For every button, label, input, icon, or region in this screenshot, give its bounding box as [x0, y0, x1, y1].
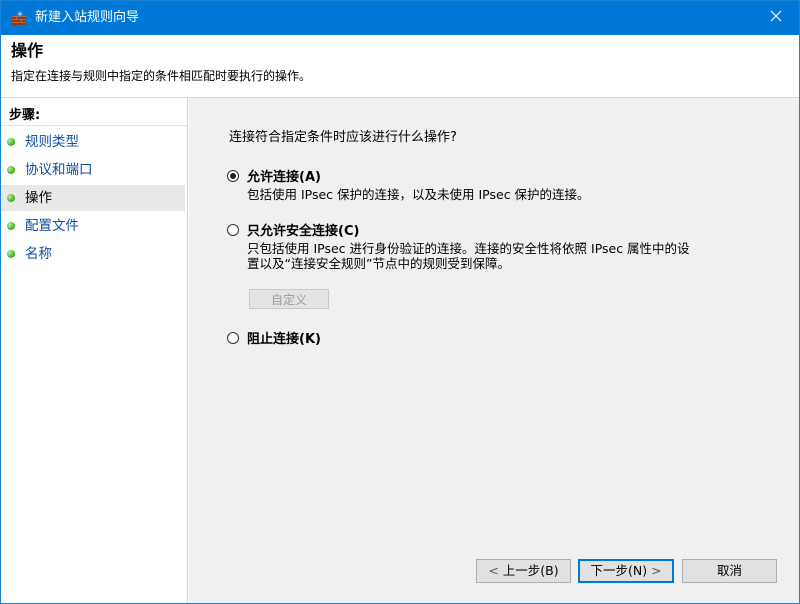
secure-connection-description-line1: 只包括使用 IPsec 进行身份验证的连接。连接的安全性将依照 IPsec 属性…	[247, 241, 690, 256]
radio-unselected-icon	[227, 223, 239, 236]
next-button[interactable]: 下一步(N) >	[578, 559, 674, 583]
allow-connection-radio[interactable]: 允许连接(A)	[227, 166, 321, 185]
sidebar-item-label: 协议和端口	[25, 162, 93, 178]
step-bullet-icon	[7, 166, 15, 174]
firewall-icon	[11, 10, 27, 26]
sidebar-item-rule-type[interactable]: 规则类型	[1, 129, 185, 155]
sidebar-item-name[interactable]: 名称	[1, 241, 185, 267]
title-bar: 新建入站规则向导	[1, 1, 799, 35]
sidebar-item-label: 操作	[25, 190, 52, 206]
step-bullet-icon	[7, 138, 15, 146]
back-button-label: 上一步(B)	[502, 563, 559, 578]
sidebar-item-protocol-ports[interactable]: 协议和端口	[1, 157, 185, 183]
cancel-button[interactable]: 取消	[682, 559, 777, 583]
close-icon	[770, 10, 782, 26]
step-bullet-icon	[7, 194, 15, 202]
window-title: 新建入站规则向导	[35, 10, 140, 25]
sidebar-item-label: 名称	[25, 246, 52, 262]
wizard-content: 连接符合指定条件时应该进行什么操作? 允许连接(A) 包括使用 IPsec 保护…	[189, 98, 799, 603]
steps-divider	[1, 125, 187, 126]
chevron-left-icon: <	[488, 563, 503, 578]
allow-connection-description: 包括使用 IPsec 保护的连接，以及未使用 IPsec 保护的连接。	[247, 187, 590, 202]
radio-label: 允许连接(A)	[247, 170, 321, 185]
radio-label: 阻止连接(K)	[247, 332, 321, 347]
close-button[interactable]	[753, 1, 799, 35]
steps-heading: 步骤:	[9, 108, 41, 123]
customize-button[interactable]: 自定义	[249, 289, 329, 309]
chevron-right-icon: >	[647, 563, 662, 578]
wizard-header: 操作 指定在连接与规则中指定的条件相匹配时要执行的操作。	[1, 35, 799, 98]
page-description: 指定在连接与规则中指定的条件相匹配时要执行的操作。	[11, 69, 312, 83]
page-title: 操作	[11, 41, 44, 60]
step-bullet-icon	[7, 222, 15, 230]
step-bullet-icon	[7, 250, 15, 258]
next-button-label: 下一步(N)	[590, 563, 648, 578]
radio-label: 只允许安全连接(C)	[247, 224, 360, 239]
sidebar-item-label: 规则类型	[25, 134, 79, 150]
back-button[interactable]: < 上一步(B)	[476, 559, 571, 583]
allow-secure-connection-radio[interactable]: 只允许安全连接(C)	[227, 220, 359, 239]
steps-sidebar: 步骤: 规则类型 协议和端口 操作 配置文件 名称	[1, 98, 188, 603]
radio-selected-icon	[227, 169, 239, 182]
wizard-window: 新建入站规则向导 操作 指定在连接与规则中指定的条件相匹配时要执行的操作。 步骤…	[0, 0, 800, 604]
cancel-button-label: 取消	[716, 563, 742, 578]
sidebar-item-profile[interactable]: 配置文件	[1, 213, 185, 239]
sidebar-item-action[interactable]: 操作	[1, 185, 185, 211]
sidebar-item-label: 配置文件	[25, 218, 79, 234]
action-question: 连接符合指定条件时应该进行什么操作?	[229, 130, 457, 145]
radio-unselected-icon	[227, 331, 239, 344]
secure-connection-description-line2: 置以及“连接安全规则”节点中的规则受到保障。	[247, 256, 510, 271]
block-connection-radio[interactable]: 阻止连接(K)	[227, 328, 321, 347]
